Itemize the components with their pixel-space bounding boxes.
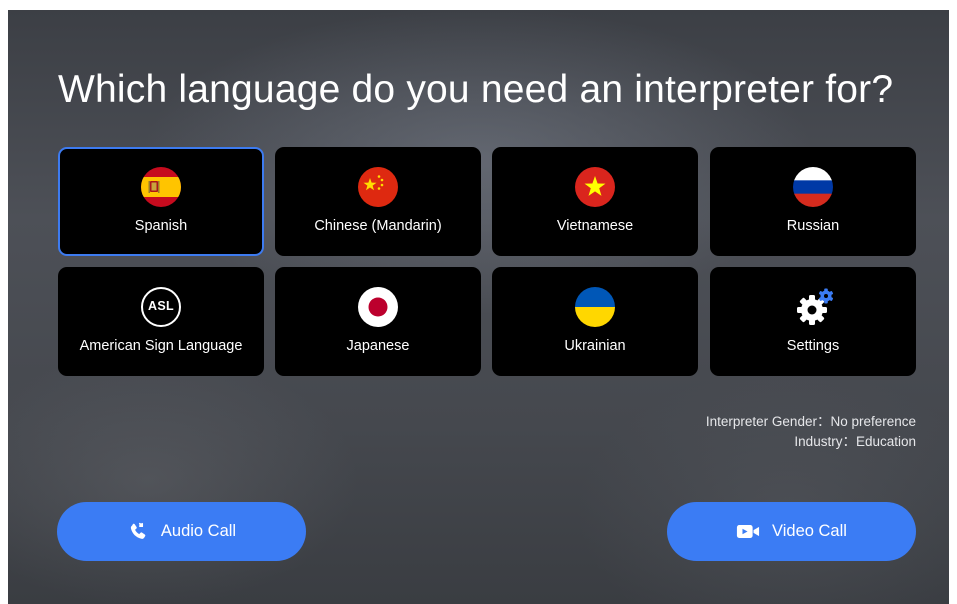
industry-text: Industry：Education <box>794 434 916 449</box>
language-label: Vietnamese <box>556 218 634 234</box>
app-screen: Which language do you need an interprete… <box>8 10 949 604</box>
japan-flag-icon <box>358 287 398 327</box>
language-label: Chinese (Mandarin) <box>314 218 442 234</box>
interpreter-gender-text: Interpreter Gender：No preference <box>705 414 916 429</box>
audio-call-button[interactable]: Audio Call <box>57 502 306 561</box>
language-tile-chinese[interactable]: Chinese (Mandarin) <box>275 147 481 256</box>
vietnam-flag-icon <box>575 167 615 207</box>
video-camera-icon <box>736 522 760 541</box>
settings-label: Settings <box>786 338 840 354</box>
language-tile-japanese[interactable]: Japanese <box>275 267 481 376</box>
gear-icon <box>795 287 837 329</box>
russia-flag-icon <box>793 167 833 207</box>
settings-tile[interactable]: Settings <box>710 267 916 376</box>
language-tile-spanish[interactable]: Spanish <box>58 147 264 256</box>
language-label: American Sign Language <box>79 338 243 354</box>
asl-icon: ASL <box>141 287 181 327</box>
page-title: Which language do you need an interprete… <box>58 68 894 111</box>
language-label: Russian <box>786 218 840 234</box>
language-label: Japanese <box>346 338 410 354</box>
spain-flag-icon <box>141 167 181 207</box>
video-call-button[interactable]: Video Call <box>667 502 916 561</box>
language-tile-asl[interactable]: ASL American Sign Language <box>58 267 264 376</box>
audio-call-label: Audio Call <box>160 522 237 540</box>
language-label: Ukrainian <box>564 338 626 354</box>
language-label: Spanish <box>134 218 188 234</box>
language-tile-vietnamese[interactable]: Vietnamese <box>492 147 698 256</box>
video-call-label: Video Call <box>772 522 847 540</box>
language-tile-ukrainian[interactable]: Ukrainian <box>492 267 698 376</box>
language-tile-russian[interactable]: Russian <box>710 147 916 256</box>
china-flag-icon <box>358 167 398 207</box>
ukraine-flag-icon <box>575 287 615 327</box>
phone-icon <box>127 521 149 543</box>
